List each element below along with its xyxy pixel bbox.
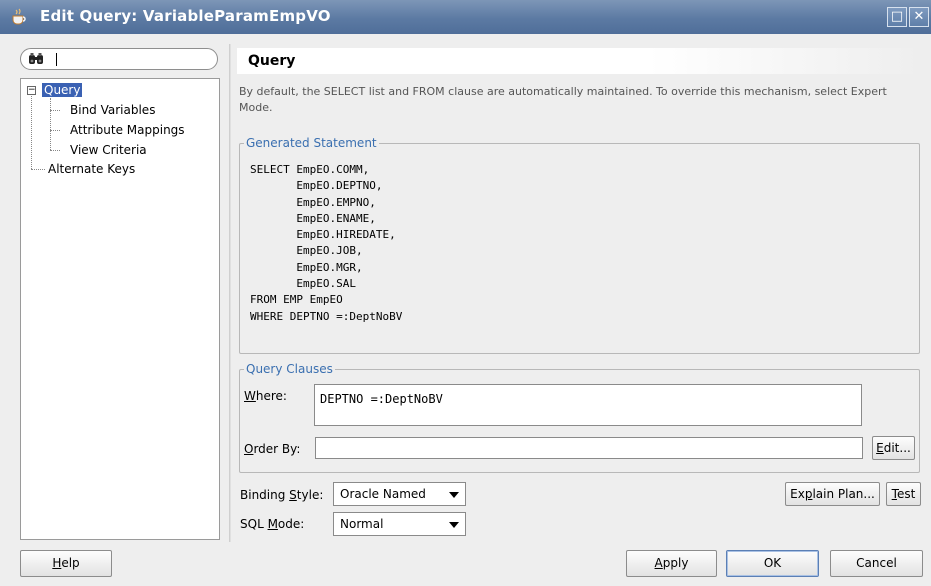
tree-item-query[interactable]: Query: [42, 81, 83, 99]
maximize-button[interactable]: □: [887, 7, 907, 27]
binoculars-icon: [29, 53, 43, 64]
orderby-field[interactable]: [315, 437, 863, 459]
where-field[interactable]: DEPTNO =:DeptNoBV: [314, 384, 862, 426]
help-button[interactable]: Help: [20, 550, 112, 577]
orderby-label: Order By:: [244, 442, 301, 456]
binding-style-value: Oracle Named: [340, 487, 426, 501]
generated-statement-group: Generated Statement SELECT EmpEO.COMM, E…: [239, 136, 920, 354]
tree-connector: [50, 130, 60, 131]
explain-plan-button[interactable]: Explain Plan...: [785, 482, 880, 506]
tree-item-bind-variables[interactable]: Bind Variables: [70, 101, 155, 119]
edit-query-dialog: Edit Query: VariableParamEmpVO □ ✕ − Que…: [0, 0, 931, 586]
close-icon: ✕: [913, 9, 925, 24]
tree-item-label: Alternate Keys: [48, 162, 136, 176]
sql-mode-select[interactable]: Normal: [333, 512, 466, 536]
maximize-icon: □: [890, 9, 904, 24]
window-title: Edit Query: VariableParamEmpVO: [40, 7, 331, 25]
tree-connector: [31, 96, 32, 169]
jdeveloper-cup-icon: [12, 8, 26, 25]
tree-item-alternate-keys[interactable]: Alternate Keys: [48, 160, 135, 178]
sql-mode-value: Normal: [340, 517, 384, 531]
title-bar[interactable]: Edit Query: VariableParamEmpVO □ ✕: [0, 0, 931, 34]
orderby-label-text: rder By:: [253, 442, 301, 456]
tree-item-label: View Criteria: [70, 143, 147, 157]
tree-item-label: Query: [42, 83, 83, 97]
cancel-button[interactable]: Cancel: [830, 550, 923, 577]
sql-mode-label: SQL Mode:: [240, 517, 305, 531]
tree-item-view-criteria[interactable]: View Criteria: [70, 141, 147, 159]
text-caret: [56, 53, 57, 66]
tree-connector: [50, 110, 60, 111]
where-label-text: here:: [255, 389, 287, 403]
tree-item-label: Bind Variables: [70, 103, 156, 117]
navigator-search-box[interactable]: [20, 48, 218, 70]
query-clauses-legend: Query Clauses: [244, 362, 335, 376]
page-title: Query: [237, 48, 923, 74]
generated-statement-legend: Generated Statement: [244, 136, 379, 150]
search-input[interactable]: [53, 51, 203, 67]
panel-splitter[interactable]: [229, 44, 231, 542]
where-label: Where:: [244, 389, 287, 403]
binding-style-label: Binding Style:: [240, 488, 324, 502]
description-text: By default, the SELECT list and FROM cla…: [239, 85, 887, 114]
generated-sql-text: SELECT EmpEO.COMM, EmpEO.DEPTNO, EmpEO.E…: [250, 163, 403, 323]
binding-style-select[interactable]: Oracle Named: [333, 482, 466, 506]
test-button[interactable]: Test: [886, 482, 921, 506]
dropdown-arrow-icon: [449, 522, 459, 528]
tree-item-attribute-mappings[interactable]: Attribute Mappings: [70, 121, 185, 139]
ok-button[interactable]: OK: [726, 550, 819, 577]
collapse-icon[interactable]: −: [27, 86, 36, 95]
tree-connector: [50, 98, 51, 150]
navigator-tree[interactable]: − Query Bind Variables Attribute Mapping…: [20, 78, 220, 540]
tree-item-label: Attribute Mappings: [70, 123, 185, 137]
dropdown-arrow-icon: [449, 492, 459, 498]
apply-button[interactable]: Apply: [626, 550, 717, 577]
tree-connector: [50, 150, 60, 151]
edit-orderby-button[interactable]: Edit...: [872, 436, 915, 460]
close-button[interactable]: ✕: [909, 7, 929, 27]
tree-connector: [31, 169, 45, 170]
